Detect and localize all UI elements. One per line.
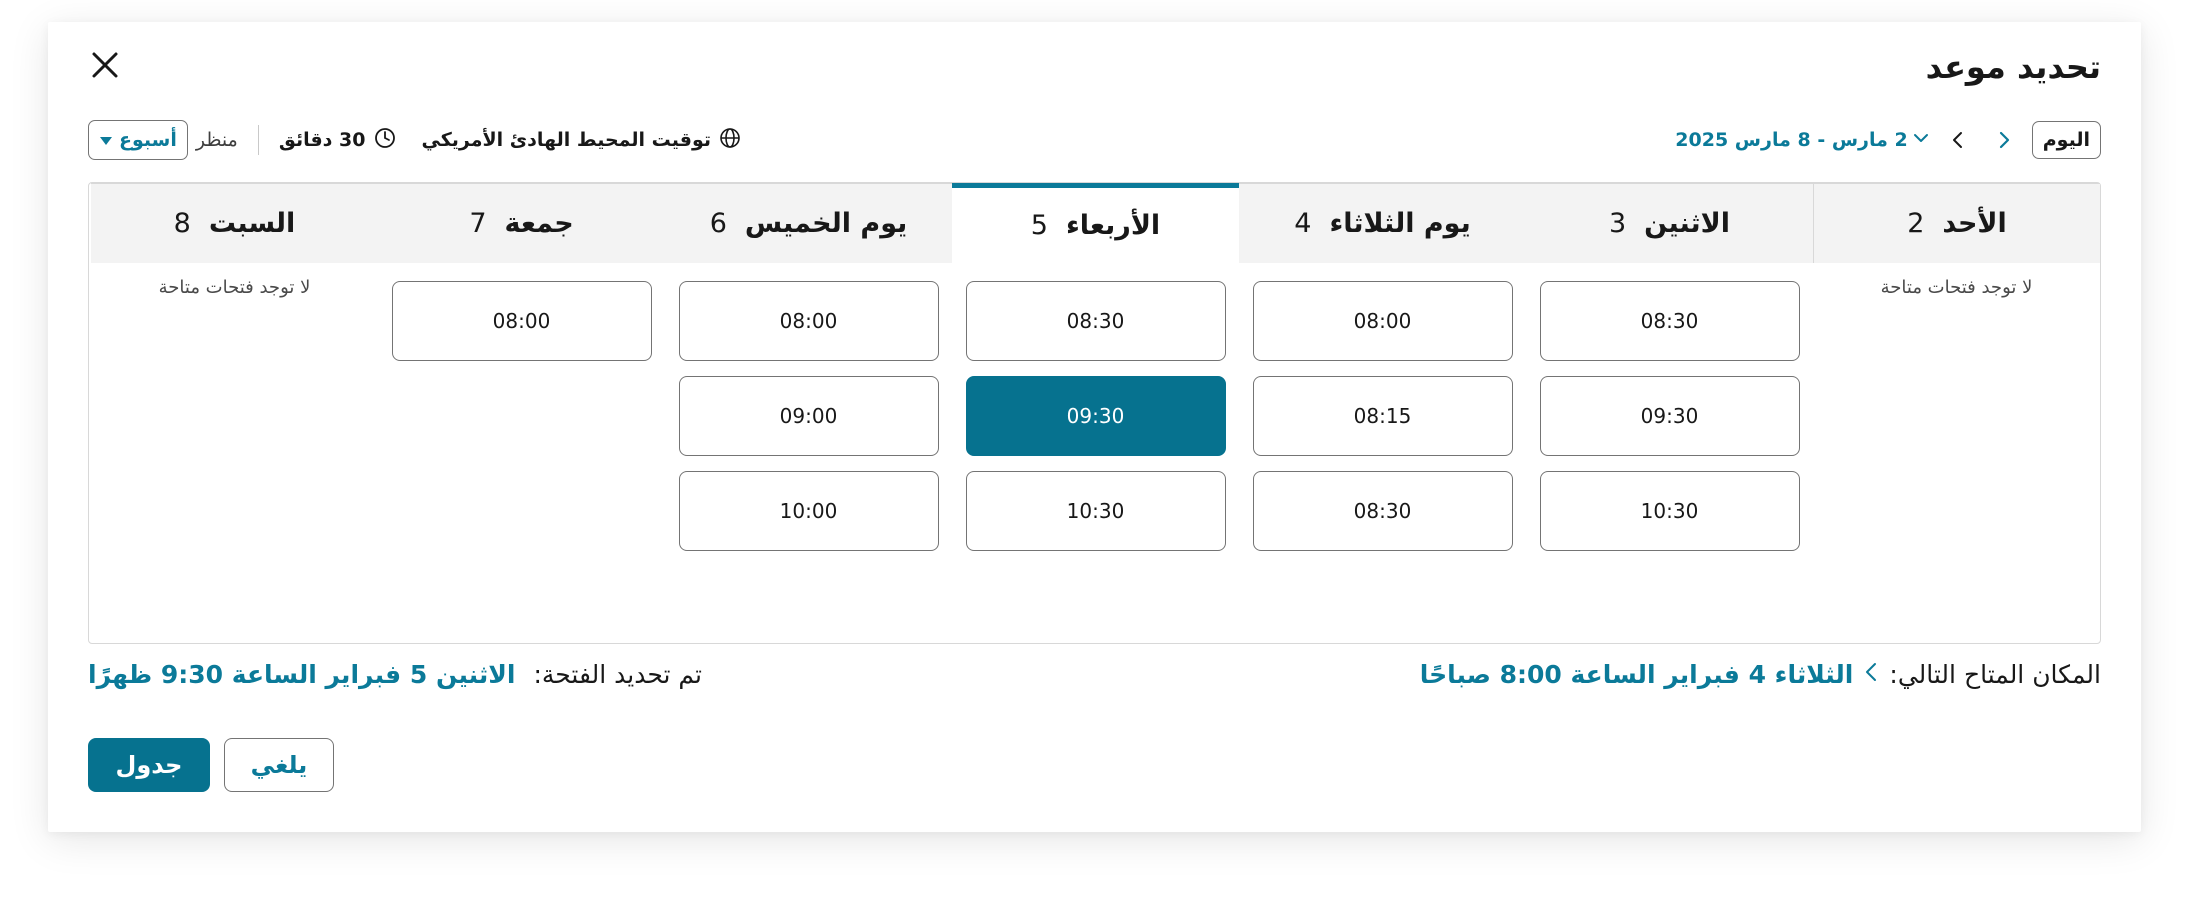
day-header[interactable]: 2 الأحد xyxy=(1813,183,2100,263)
date-navigation: اليوم 2 مارس - 8 مارس 2025 xyxy=(1675,120,2101,160)
chevron-left-icon xyxy=(1863,660,1879,689)
time-slot-button[interactable]: 08:15 xyxy=(1252,376,1513,456)
timezone-info: توقيت المحيط الهادئ الأمريكي xyxy=(422,127,742,154)
day-number: 7 xyxy=(469,208,487,239)
time-slot-button[interactable]: 09:00 xyxy=(678,376,939,456)
globe-icon xyxy=(719,127,741,154)
next-available-link[interactable]: الثلاثاء 4 فبراير الساعة 8:00 صباحًا xyxy=(1420,660,1854,689)
day-column: 08:00 xyxy=(391,281,652,376)
time-slot-button[interactable]: 08:00 xyxy=(678,281,939,361)
duration-label: 30 دقائق xyxy=(278,129,366,151)
day-name: يوم الثلاثاء xyxy=(1329,208,1471,239)
schedule-dialog: تحديد موعد اليوم 2 مارس - 8 مارس 2025 أس… xyxy=(48,22,2141,832)
chevron-right-icon[interactable] xyxy=(1986,122,2022,158)
day-column: 08:30 09:30 10:30 xyxy=(965,281,1226,566)
time-slot-button[interactable]: 08:30 xyxy=(965,281,1226,361)
day-header[interactable]: 6 يوم الخميس xyxy=(665,183,952,263)
day-headers: 2 الأحد 3 الاثنين 4 يوم الثلاثاء 5 الأربعاء 6 يوم… xyxy=(89,183,2100,263)
next-available-label: :المكان المتاح التالي xyxy=(1889,659,2101,689)
day-number: 8 xyxy=(173,208,191,239)
time-slot-button[interactable]: 10:00 xyxy=(678,471,939,551)
day-column: لا توجد فتحات متاحة xyxy=(1827,275,2087,298)
duration-info: 30 دقائق xyxy=(279,127,396,154)
schedule-button[interactable]: جدول xyxy=(88,738,210,792)
dialog-title: تحديد موعد xyxy=(1925,48,2101,86)
time-slot-button[interactable]: 08:30 xyxy=(1252,471,1513,551)
toolbar-divider xyxy=(257,125,259,155)
day-column: 08:00 08:15 08:30 xyxy=(1252,281,1513,566)
view-label: منظر xyxy=(195,129,238,151)
time-slot-button[interactable]: 08:00 xyxy=(1252,281,1513,361)
time-slot-button[interactable]: 09:30 xyxy=(965,376,1226,456)
day-column: 08:00 09:00 10:00 xyxy=(678,281,939,566)
no-slots-message: لا توجد فتحات متاحة xyxy=(1880,277,2033,298)
view-select[interactable]: أسبوع xyxy=(88,120,188,160)
day-name: يوم الخميس xyxy=(744,208,908,239)
view-toolbar: أسبوع منظر 30 دقائق توقيت المحيط الهادئ … xyxy=(88,120,741,160)
selected-slot-value: الاثنين 5 فبراير الساعة 9:30 ظهرًا xyxy=(88,659,516,689)
caret-down-icon xyxy=(99,129,113,151)
day-column: لا توجد فتحات متاحة xyxy=(105,275,365,298)
day-name: الأحد xyxy=(1942,208,2007,239)
week-calendar: 2 الأحد 3 الاثنين 4 يوم الثلاثاء 5 الأربعاء 6 يوم… xyxy=(88,182,2101,644)
today-button[interactable]: اليوم xyxy=(2031,121,2101,159)
day-number: 5 xyxy=(1030,210,1048,241)
next-available: :المكان المتاح التالي الثلاثاء 4 فبراير … xyxy=(1420,654,2101,694)
day-header[interactable]: 4 يوم الثلاثاء xyxy=(1239,183,1526,263)
day-name: جمعة xyxy=(504,208,574,239)
day-number: 3 xyxy=(1608,208,1627,239)
date-range-picker[interactable]: 2 مارس - 8 مارس 2025 xyxy=(1675,129,1929,152)
day-header[interactable]: 8 السبت xyxy=(91,183,378,263)
time-slot-button[interactable]: 10:30 xyxy=(1539,471,1800,551)
day-number: 2 xyxy=(1907,208,1925,239)
time-slot-button[interactable]: 10:30 xyxy=(965,471,1226,551)
day-header[interactable]: 5 الأربعاء xyxy=(952,183,1239,263)
chevron-left-icon[interactable] xyxy=(1940,122,1976,158)
cancel-button[interactable]: يلغي xyxy=(224,738,334,792)
day-column: 08:30 09:30 10:30 xyxy=(1539,281,1800,566)
time-slot-button[interactable]: 09:30 xyxy=(1539,376,1800,456)
day-header[interactable]: 7 جمعة xyxy=(378,183,665,263)
day-number: 4 xyxy=(1294,208,1312,239)
chevron-down-icon xyxy=(1912,129,1930,152)
no-slots-message: لا توجد فتحات متاحة xyxy=(158,277,311,298)
dialog-actions: جدول يلغي xyxy=(88,738,334,792)
selected-slot-label: :تم تحديد الفتحة xyxy=(533,659,702,689)
time-slot-button[interactable]: 08:00 xyxy=(391,281,652,361)
time-slot-button[interactable]: 08:30 xyxy=(1539,281,1800,361)
day-header[interactable]: 3 الاثنين xyxy=(1526,183,1813,263)
close-icon[interactable] xyxy=(88,48,122,82)
view-value: أسبوع xyxy=(119,129,177,151)
day-name: السبت xyxy=(208,208,296,239)
date-range-label: 2 مارس - 8 مارس 2025 xyxy=(1675,129,1908,151)
clock-icon xyxy=(374,127,396,154)
day-number: 6 xyxy=(709,208,727,239)
day-name: الاثنين xyxy=(1644,208,1731,239)
day-name: الأربعاء xyxy=(1065,210,1161,241)
selected-slot-info: الاثنين 5 فبراير الساعة 9:30 ظهرًا :تم ت… xyxy=(88,654,702,694)
timezone-label: توقيت المحيط الهادئ الأمريكي xyxy=(421,129,712,151)
